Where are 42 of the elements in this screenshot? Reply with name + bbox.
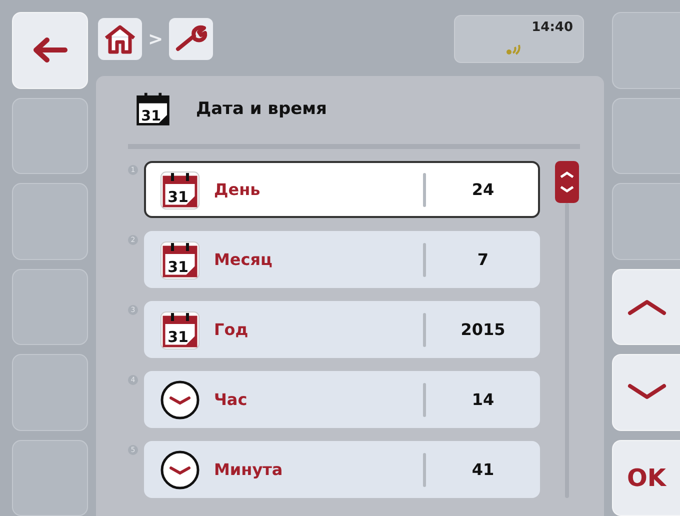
clock-icon (160, 450, 200, 490)
empty-button[interactable] (612, 183, 680, 260)
list-item[interactable]: Минута 41 (144, 441, 540, 498)
list-item[interactable]: 31 Год 2015 (144, 301, 540, 358)
empty-button[interactable] (612, 98, 680, 174)
calendar-icon: 31 (160, 310, 200, 350)
item-value: 14 (470, 390, 496, 409)
back-arrow-icon (32, 37, 68, 64)
signal-icon (505, 42, 521, 56)
empty-button[interactable] (12, 98, 88, 174)
scroll-up-button[interactable] (612, 268, 680, 345)
empty-button[interactable] (12, 354, 88, 430)
calendar-icon: 31 (160, 240, 200, 280)
empty-button[interactable] (612, 12, 680, 88)
item-label: День (214, 180, 262, 199)
empty-button[interactable] (12, 440, 88, 516)
home-icon (104, 24, 136, 54)
wrench-icon (174, 24, 208, 54)
list-item[interactable]: 31 День 24 (144, 161, 540, 218)
calendar-icon: 31 (160, 170, 200, 210)
scroll-down-button[interactable] (612, 354, 680, 430)
item-value: 41 (470, 460, 496, 479)
empty-button[interactable] (12, 268, 88, 345)
list-item[interactable]: Час 14 (144, 371, 540, 428)
ok-button[interactable]: OK (612, 440, 680, 516)
home-button[interactable] (98, 18, 142, 60)
item-value: 2015 (460, 320, 506, 339)
page-title: Дата и время (196, 99, 327, 119)
item-label: Минута (214, 460, 284, 479)
empty-button[interactable] (12, 183, 88, 260)
breadcrumb-separator: > (148, 28, 164, 50)
item-label: Месяц (214, 250, 274, 269)
clock-icon (160, 380, 200, 420)
scroll-thumb[interactable] (555, 161, 579, 203)
item-label: Час (214, 390, 248, 409)
item-label: Год (214, 320, 250, 339)
list-item[interactable]: 31 Месяц 7 (144, 231, 540, 288)
item-value: 7 (476, 250, 490, 269)
settings-button[interactable] (169, 18, 214, 60)
back-button[interactable] (12, 12, 88, 88)
item-value: 24 (470, 180, 496, 199)
clock-time: 14:40 (532, 20, 573, 35)
